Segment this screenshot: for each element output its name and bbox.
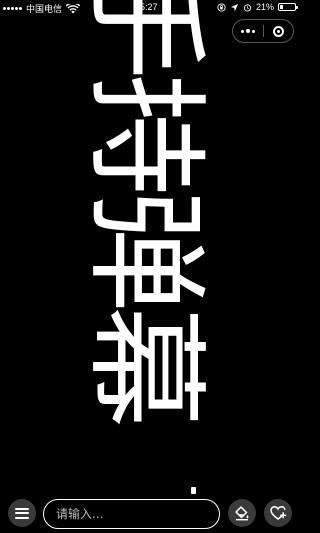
alarm-icon — [243, 3, 252, 12]
menu-icon — [15, 507, 29, 519]
battery-icon — [278, 3, 298, 11]
lock-rotation-icon — [217, 2, 226, 12]
status-bar: 中国电信 5:27 21% — [0, 0, 300, 16]
close-target-icon[interactable] — [264, 20, 294, 42]
miniprogram-capsule — [232, 19, 294, 43]
danmaku-input[interactable] — [43, 499, 220, 529]
paint-button[interactable] — [228, 499, 256, 527]
status-left: 中国电信 — [3, 2, 81, 15]
battery-percent: 21% — [255, 2, 274, 12]
danmaku-trail-mark — [191, 487, 196, 494]
heart-plus-icon — [269, 506, 286, 520]
favorite-button[interactable] — [264, 499, 292, 527]
danmaku-stage: 手持弹幕 — [0, 0, 300, 533]
battery-level-fill — [280, 5, 283, 9]
wifi-icon — [66, 3, 81, 13]
danmaku-text: 手持弹幕 — [74, 0, 216, 422]
signal-icon — [3, 7, 22, 10]
status-right: 21% — [217, 2, 298, 12]
status-time: 5:27 — [140, 2, 158, 12]
more-dots-icon[interactable] — [233, 20, 263, 42]
carrier-name: 中国电信 — [26, 4, 63, 14]
paint-bucket-icon — [235, 506, 249, 521]
location-icon — [230, 3, 239, 11]
menu-button[interactable] — [8, 499, 36, 527]
